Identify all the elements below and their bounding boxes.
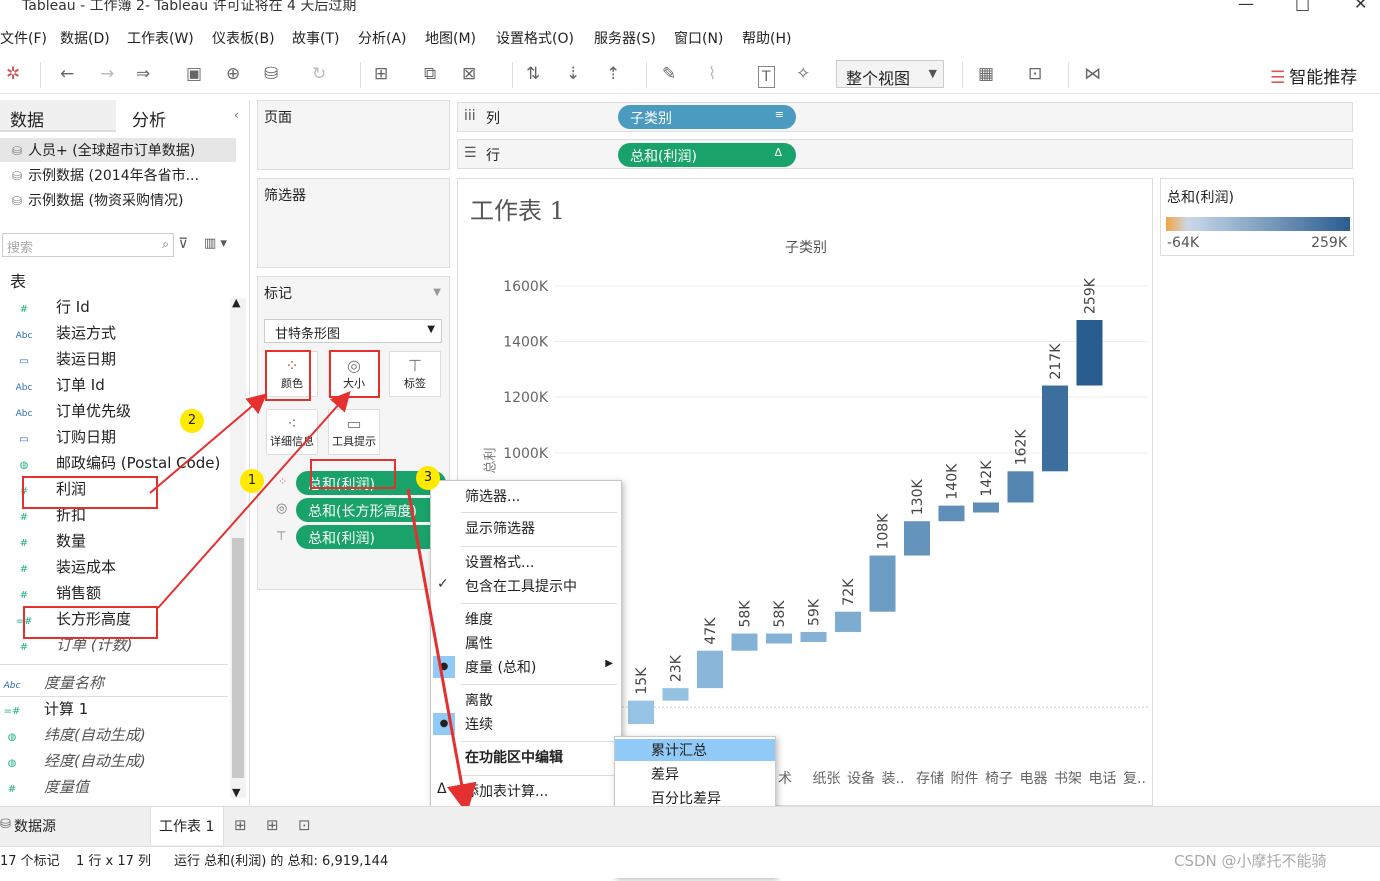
sheet-tab[interactable]: 工作表 1: [150, 807, 224, 845]
datasource-icon: ⛁: [0, 817, 11, 832]
datasource-tab[interactable]: 数据源: [14, 816, 56, 836]
new-dashboard-icon[interactable]: ⊞: [266, 816, 279, 834]
watermark: CSDN @小摩托不能骑: [1174, 852, 1327, 870]
rows-cols-count: 1 行 x 17 列: [76, 854, 152, 869]
marks-count: 17 个标记: [0, 854, 60, 869]
new-sheet-icon[interactable]: ⊞: [234, 816, 247, 834]
new-story-icon[interactable]: ⊡: [298, 816, 311, 834]
sheet-tabs-bar: ⛁ 数据源 工作表 1 ⊞ ⊞ ⊡: [0, 806, 1380, 846]
annotation-arrows: [149, 391, 477, 814]
sum-status: 运行 总和(利润) 的 总和: 6,919,144: [174, 854, 389, 869]
status-bar: 17 个标记 1 行 x 17 列 运行 总和(利润) 的 总和: 6,919,…: [0, 846, 1380, 878]
